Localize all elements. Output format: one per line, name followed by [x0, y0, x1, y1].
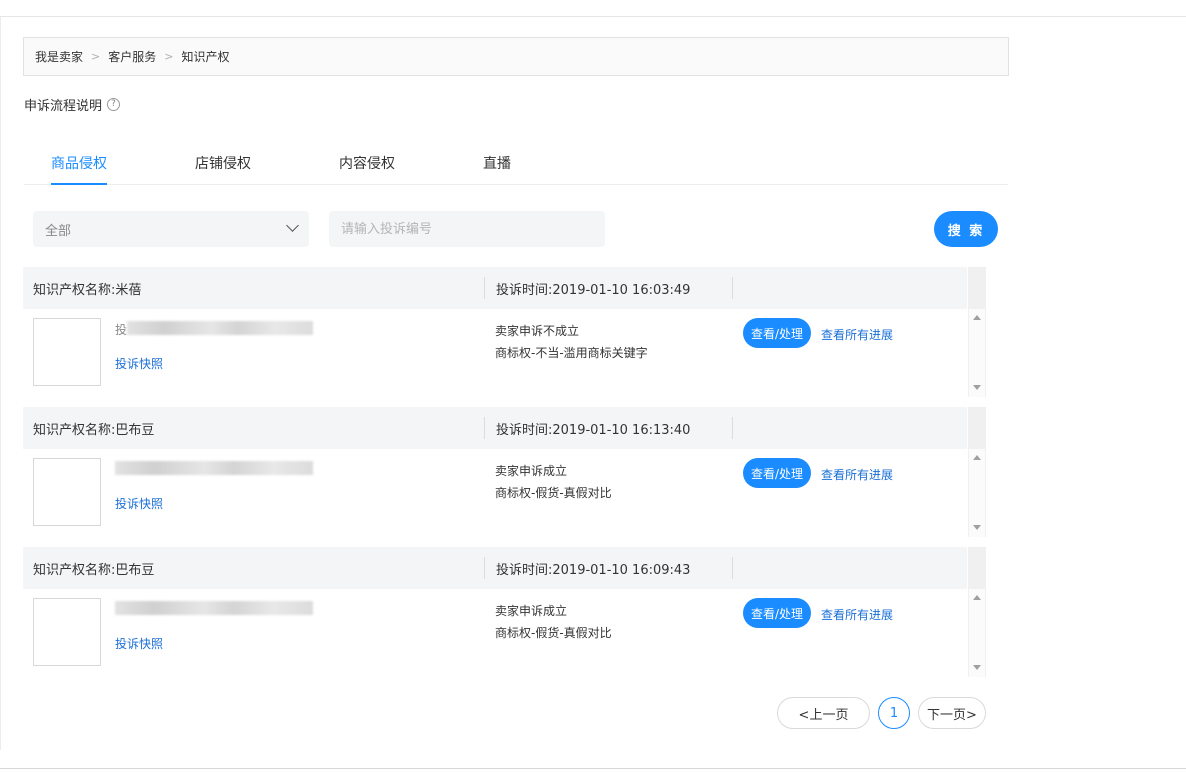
scroll-down-icon[interactable] — [973, 665, 981, 670]
status-select-value: 全部 — [45, 223, 72, 239]
complaint-time: 投诉时间:2019-01-10 16:09:43 — [496, 563, 691, 578]
breadcrumb: 我是卖家 > 客户服务 > 知识产权 — [23, 37, 1009, 76]
header-divider — [484, 277, 485, 299]
header-divider — [732, 277, 733, 299]
breadcrumb-separator: > — [164, 50, 174, 63]
bottom-divider — [0, 768, 1186, 769]
top-divider — [0, 16, 1186, 17]
page-number-button[interactable]: 1 — [878, 697, 910, 729]
header-divider — [732, 557, 733, 579]
scrollbar-track — [969, 309, 985, 397]
product-thumbnail[interactable] — [33, 598, 101, 666]
view-handle-button[interactable]: 查看/处理 — [743, 598, 811, 628]
ip-name: 知识产权名称:米蓓 — [33, 283, 142, 298]
scroll-down-icon[interactable] — [973, 525, 981, 530]
product-thumbnail[interactable] — [33, 318, 101, 386]
complaint-reason: 商标权-假货-真假对比 — [495, 626, 612, 640]
header-divider — [484, 557, 485, 579]
scroll-up-icon[interactable] — [973, 455, 981, 460]
appeal-process-label: 申诉流程说明 — [24, 99, 103, 114]
chevron-down-icon — [286, 219, 299, 232]
blurred-product-title — [115, 601, 313, 615]
header-divider — [732, 417, 733, 439]
breadcrumb-item-seller[interactable]: 我是卖家 — [35, 48, 83, 65]
complaint-time: 投诉时间:2019-01-10 16:13:40 — [496, 423, 691, 438]
view-all-progress-link[interactable]: 查看所有进展 — [821, 606, 893, 623]
appeal-status: 卖家申诉成立 — [495, 464, 568, 478]
scrollbar-track — [969, 589, 985, 677]
prev-page-button[interactable]: <上一页 — [777, 697, 870, 729]
product-title-partial: 投 — [115, 323, 128, 337]
ip-name: 知识产权名称:巴布豆 — [33, 563, 155, 578]
view-handle-button[interactable]: 查看/处理 — [743, 458, 811, 488]
complaint-time: 投诉时间:2019-01-10 16:03:49 — [496, 283, 691, 298]
help-icon[interactable]: ? — [107, 98, 121, 111]
complaint-card: 知识产权名称:巴布豆 投诉时间:2019-01-10 16:09:43 投诉快照… — [23, 547, 986, 677]
tab-content-infringement[interactable]: 内容侵权 — [339, 153, 395, 185]
tab-bar: 商品侵权 店铺侵权 内容侵权 直播 — [24, 145, 1008, 185]
complaint-snapshot-link[interactable]: 投诉快照 — [115, 495, 163, 512]
header-divider — [484, 417, 485, 439]
complaint-snapshot-link[interactable]: 投诉快照 — [115, 355, 163, 372]
card-scrollbar[interactable] — [968, 547, 986, 677]
tab-product-infringement[interactable]: 商品侵权 — [51, 153, 107, 185]
blurred-product-title — [115, 461, 313, 475]
complaint-card-header: 知识产权名称:巴布豆 投诉时间:2019-01-10 16:09:43 — [23, 547, 967, 589]
card-scrollbar[interactable] — [968, 267, 986, 397]
view-handle-button[interactable]: 查看/处理 — [743, 318, 811, 348]
product-thumbnail[interactable] — [33, 458, 101, 526]
next-page-button[interactable]: 下一页> — [918, 697, 986, 729]
complaint-number-input[interactable] — [329, 211, 605, 247]
breadcrumb-item-ip: 知识产权 — [181, 50, 230, 64]
appeal-status: 卖家申诉成立 — [495, 604, 568, 618]
appeal-status: 卖家申诉不成立 — [495, 324, 580, 338]
scroll-down-icon[interactable] — [973, 385, 981, 390]
scroll-up-icon[interactable] — [973, 595, 981, 600]
complaint-reason: 商标权-不当-滥用商标关键字 — [495, 346, 648, 360]
search-button[interactable]: 搜 索 — [934, 211, 998, 247]
tab-live[interactable]: 直播 — [483, 153, 511, 185]
view-all-progress-link[interactable]: 查看所有进展 — [821, 326, 893, 343]
status-select[interactable]: 全部 — [33, 211, 309, 247]
complaint-card-header: 知识产权名称:米蓓 投诉时间:2019-01-10 16:03:49 — [23, 267, 967, 309]
scroll-up-icon[interactable] — [973, 315, 981, 320]
scrollbar-track — [969, 449, 985, 537]
complaint-snapshot-link[interactable]: 投诉快照 — [115, 635, 163, 652]
blurred-product-title — [127, 321, 313, 335]
appeal-process-info: 申诉流程说明 ? — [24, 95, 121, 114]
tab-shop-infringement[interactable]: 店铺侵权 — [195, 153, 251, 185]
card-scrollbar[interactable] — [968, 407, 986, 537]
complaint-card: 知识产权名称:米蓓 投诉时间:2019-01-10 16:03:49 投 投诉快… — [23, 267, 986, 397]
complaint-card-header: 知识产权名称:巴布豆 投诉时间:2019-01-10 16:13:40 — [23, 407, 967, 449]
breadcrumb-separator: > — [91, 50, 101, 63]
ip-name: 知识产权名称:巴布豆 — [33, 423, 155, 438]
breadcrumb-item-service[interactable]: 客户服务 — [108, 48, 156, 65]
left-divider — [0, 17, 1, 750]
complaint-reason: 商标权-假货-真假对比 — [495, 486, 612, 500]
view-all-progress-link[interactable]: 查看所有进展 — [821, 466, 893, 483]
complaint-card: 知识产权名称:巴布豆 投诉时间:2019-01-10 16:13:40 投诉快照… — [23, 407, 986, 537]
